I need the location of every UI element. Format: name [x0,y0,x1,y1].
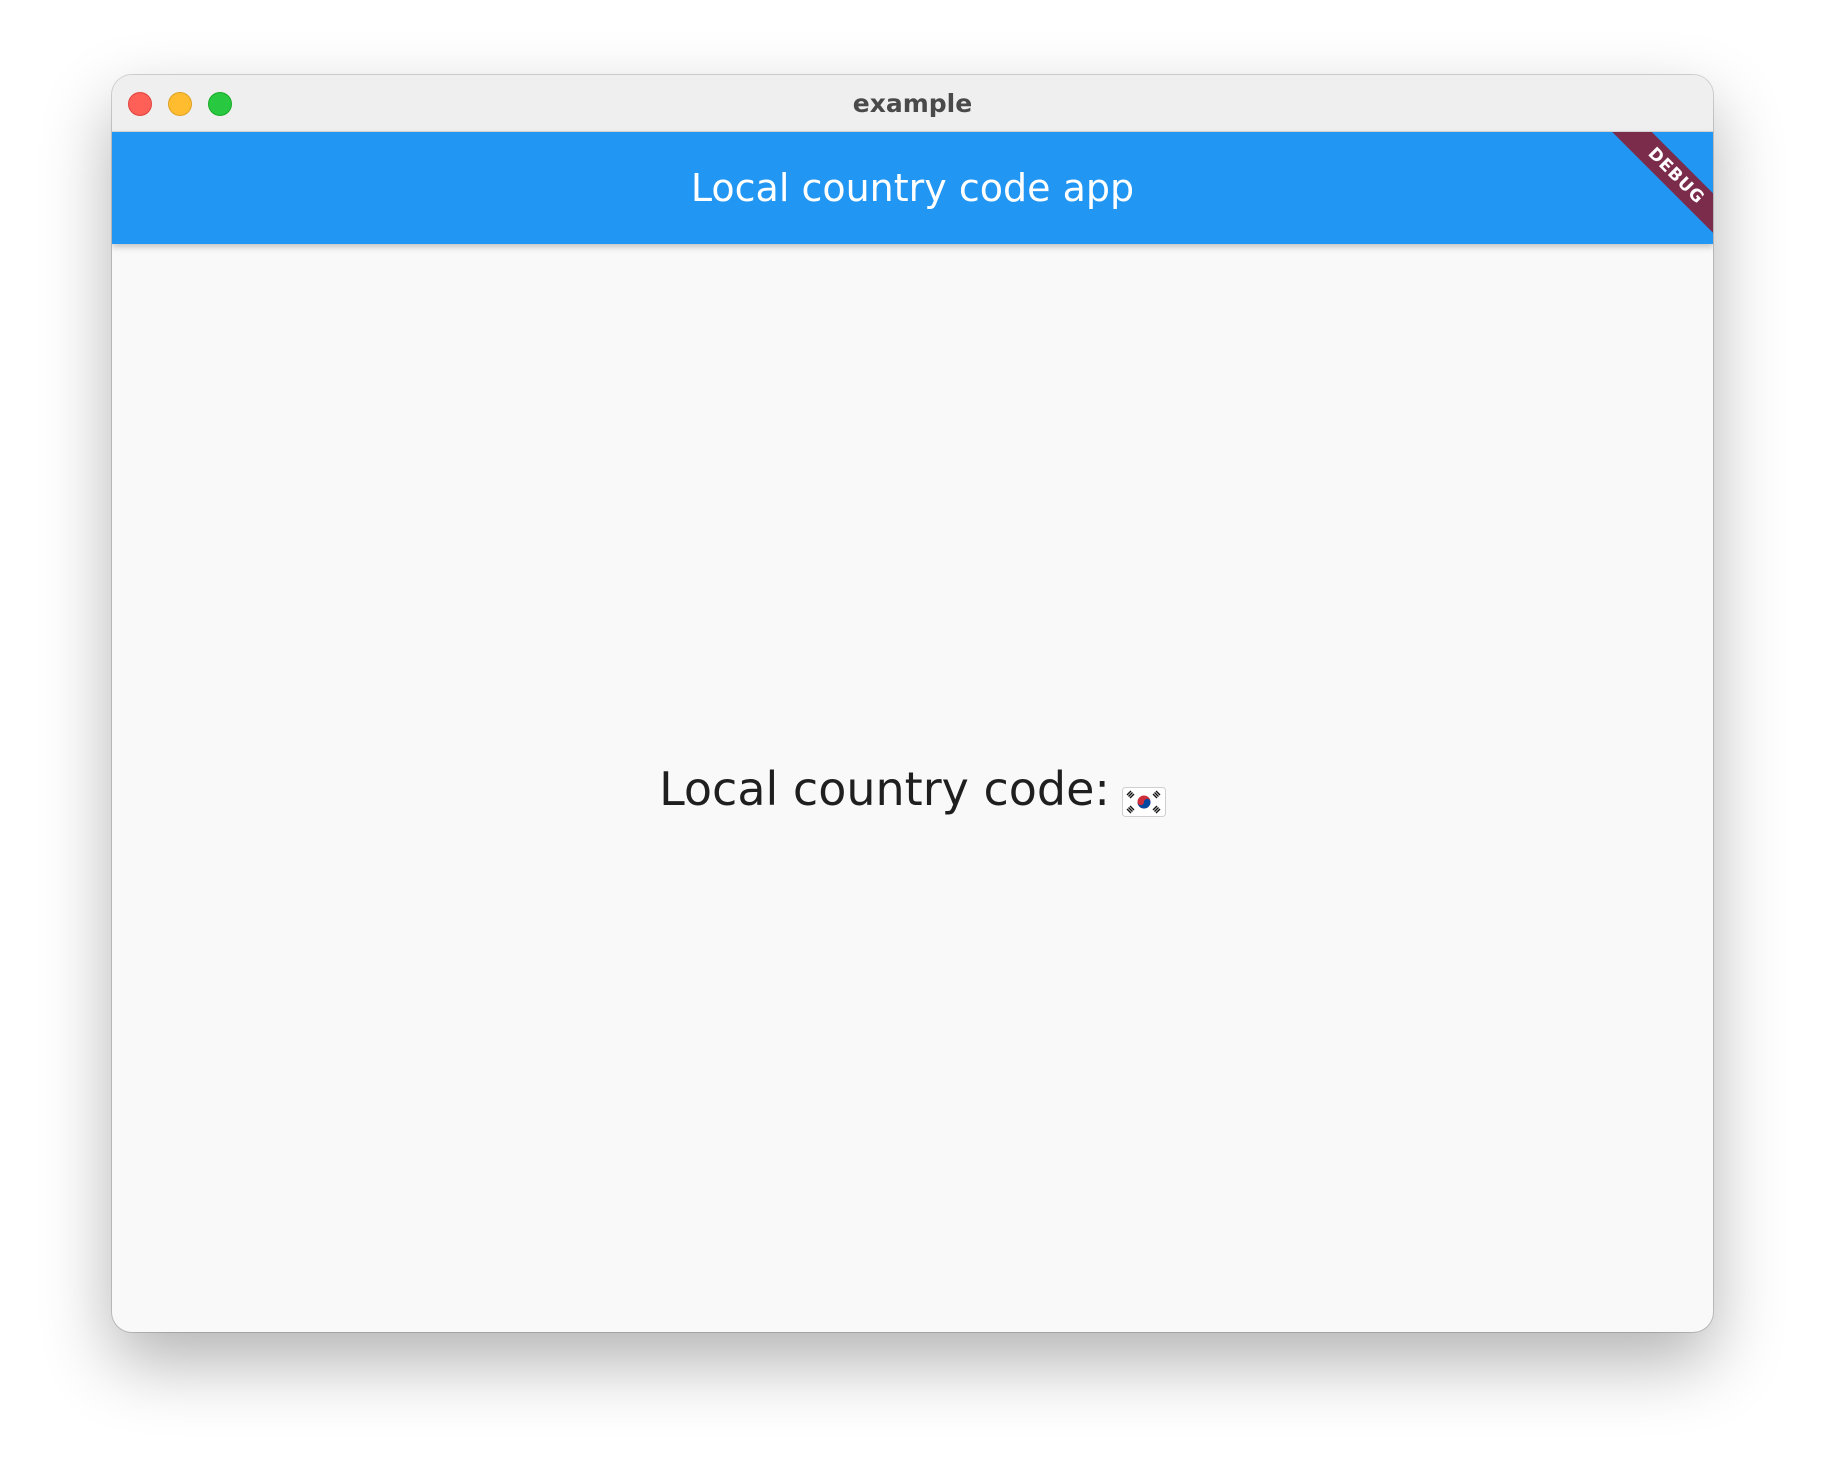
app-bar-title: Local country code app [690,166,1135,210]
country-code-row: Local country code: [659,762,1166,817]
app-window: example Local country code app DEBUG Loc… [112,75,1713,1332]
app-bar: Local country code app DEBUG [112,132,1713,244]
debug-banner-label: DEBUG [1605,132,1713,244]
south-korea-flag-icon [1121,774,1166,817]
window-title: example [852,89,973,118]
debug-banner: DEBUG [1601,132,1713,244]
title-bar[interactable]: example [112,75,1713,132]
country-code-label: Local country code: [659,762,1110,816]
main-content: Local country code: [112,244,1713,1332]
